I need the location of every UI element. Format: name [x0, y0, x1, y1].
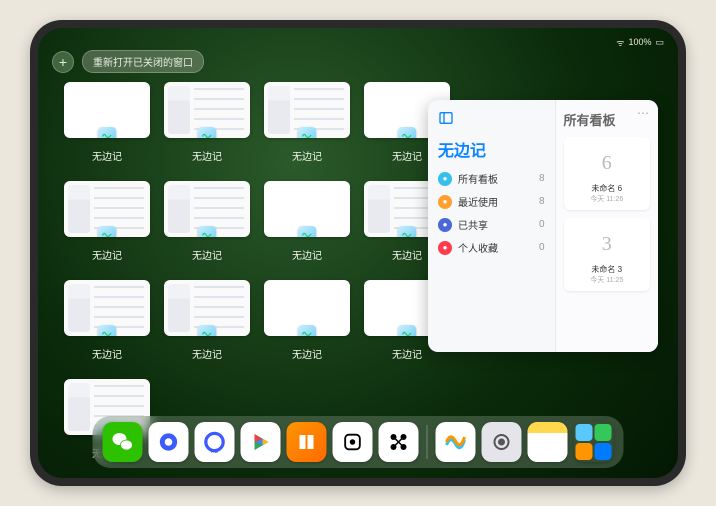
- sidebar-item[interactable]: ● 个人收藏 0: [438, 240, 545, 255]
- navy-category-icon: ●: [438, 218, 452, 232]
- stage-manager-topbar: + 重新打开已关闭的窗口: [52, 50, 204, 73]
- window-preview: [164, 82, 250, 138]
- orange-category-icon: ●: [438, 195, 452, 209]
- dock: HD: [93, 416, 624, 468]
- freeform-app-icon: [198, 226, 216, 237]
- sidebar-item-label: 已共享: [458, 217, 488, 232]
- dock-app-freeform[interactable]: [436, 422, 476, 462]
- window-preview: [64, 181, 150, 237]
- dock-app-quarkhd[interactable]: HD: [195, 422, 235, 462]
- battery-label: 100%: [628, 37, 651, 47]
- window-label: 无边记: [192, 148, 222, 163]
- reopen-closed-window-button[interactable]: 重新打开已关闭的窗口: [82, 50, 204, 73]
- freeform-app-icon: [198, 325, 216, 336]
- wifi-icon: ᯤ: [616, 36, 624, 49]
- freeform-app-icon: [198, 127, 216, 138]
- board-sketch: 6: [577, 143, 637, 183]
- add-window-button[interactable]: +: [52, 51, 74, 73]
- window-label: 无边记: [392, 148, 422, 163]
- dock-app-play[interactable]: [241, 422, 281, 462]
- window-label: 无边记: [392, 247, 422, 262]
- window-thumbnail[interactable]: 无边记: [64, 82, 150, 163]
- dock-app-quark[interactable]: [149, 422, 189, 462]
- sidebar-item-count: 0: [539, 242, 545, 253]
- window-label: 无边记: [292, 346, 322, 361]
- dock-app-settings[interactable]: [482, 422, 522, 462]
- window-label: 无边记: [192, 346, 222, 361]
- screen: ᯤ 100% ▭ + 重新打开已关闭的窗口 无边记无边记无边记无边记无边记无边记…: [38, 28, 678, 478]
- window-thumbnail[interactable]: 无边记: [264, 280, 350, 361]
- freeform-app-icon: [98, 325, 116, 336]
- dock-app-recent[interactable]: [574, 422, 614, 462]
- sidebar-item[interactable]: ● 所有看板 8: [438, 171, 545, 186]
- dock-app-connect[interactable]: [379, 422, 419, 462]
- freeform-app-icon: [98, 226, 116, 237]
- sidebar-icon[interactable]: [438, 110, 454, 126]
- window-preview: [64, 280, 150, 336]
- window-thumbnail[interactable]: 无边记: [164, 280, 250, 361]
- dock-app-dice[interactable]: [333, 422, 373, 462]
- window-label: 无边记: [292, 247, 322, 262]
- freeform-app-icon: [298, 226, 316, 237]
- sidebar-item-label: 最近使用: [458, 194, 498, 209]
- more-icon[interactable]: ⋯: [637, 106, 650, 120]
- dock-app-wechat[interactable]: [103, 422, 143, 462]
- window-thumbnail[interactable]: 无边记: [264, 181, 350, 262]
- panel-title: 无边记: [438, 137, 545, 161]
- window-grid: 无边记无边记无边记无边记无边记无边记无边记无边记无边记无边记无边记无边记无边记: [64, 82, 454, 460]
- svg-text:HD: HD: [211, 449, 219, 455]
- window-thumbnail[interactable]: 无边记: [164, 82, 250, 163]
- window-thumbnail[interactable]: 无边记: [64, 181, 150, 262]
- ipad-frame: ᯤ 100% ▭ + 重新打开已关闭的窗口 无边记无边记无边记无边记无边记无边记…: [30, 20, 686, 486]
- board-card[interactable]: 6未命名 6今天 11:26: [564, 137, 651, 210]
- status-bar: ᯤ 100% ▭: [52, 34, 664, 50]
- window-label: 无边记: [92, 148, 122, 163]
- freeform-app-icon: [398, 325, 416, 336]
- sidebar-item-count: 8: [539, 196, 545, 207]
- dock-app-books[interactable]: [287, 422, 327, 462]
- board-sketch: 3: [577, 224, 637, 264]
- window-label: 无边记: [192, 247, 222, 262]
- sidebar-item-count: 0: [539, 219, 545, 230]
- board-name: 未命名 6: [591, 183, 622, 194]
- freeform-panel: ⋯ 无边记 ●所有看板8●最近使用8●已共享0●个人收藏0 所有看板 6未命名 …: [428, 100, 658, 352]
- window-label: 无边记: [92, 346, 122, 361]
- battery-icon: ▭: [655, 37, 664, 48]
- window-thumbnail[interactable]: 无边记: [64, 280, 150, 361]
- window-preview: [164, 181, 250, 237]
- window-preview: [264, 82, 350, 138]
- board-card[interactable]: 3未命名 3今天 11:25: [564, 218, 651, 291]
- freeform-app-icon: [298, 127, 316, 138]
- sidebar-item[interactable]: ● 最近使用 8: [438, 194, 545, 209]
- panel-boards: 所有看板 6未命名 6今天 11:263未命名 3今天 11:25: [555, 100, 659, 352]
- window-preview: [64, 82, 150, 138]
- window-preview: [264, 280, 350, 336]
- window-thumbnail[interactable]: 无边记: [264, 82, 350, 163]
- panel-sidebar: 无边记 ● 所有看板 8 ● 最近使用 8 ● 已共享 0 ● 个人收藏 0: [428, 100, 555, 352]
- window-preview: [264, 181, 350, 237]
- sidebar-item-count: 8: [539, 173, 545, 184]
- sidebar-item[interactable]: ● 已共享 0: [438, 217, 545, 232]
- dock-app-notes[interactable]: [528, 422, 568, 462]
- dock-separator: [427, 425, 428, 459]
- blue-category-icon: ●: [438, 172, 452, 186]
- sidebar-item-label: 个人收藏: [458, 240, 498, 255]
- window-thumbnail[interactable]: 无边记: [164, 181, 250, 262]
- freeform-app-icon: [98, 127, 116, 138]
- freeform-app-icon: [398, 127, 416, 138]
- window-label: 无边记: [392, 346, 422, 361]
- red-category-icon: ●: [438, 241, 452, 255]
- window-preview: [164, 280, 250, 336]
- window-label: 无边记: [292, 148, 322, 163]
- board-timestamp: 今天 11:26: [590, 194, 623, 204]
- board-name: 未命名 3: [591, 264, 622, 275]
- freeform-app-icon: [298, 325, 316, 336]
- freeform-app-icon: [398, 226, 416, 237]
- sidebar-item-label: 所有看板: [458, 171, 498, 186]
- board-timestamp: 今天 11:25: [590, 275, 623, 285]
- window-label: 无边记: [92, 247, 122, 262]
